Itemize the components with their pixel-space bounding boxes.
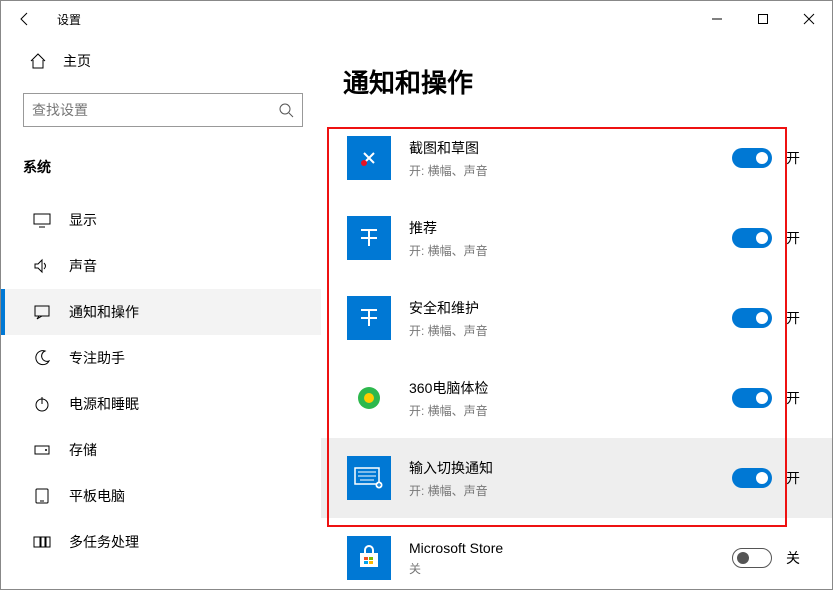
nav-list: 显示声音通知和操作专注助手电源和睡眠存储平板电脑多任务处理: [1, 197, 321, 565]
toggle-wrap: 开: [732, 228, 806, 248]
toggle-wrap: 开: [732, 468, 806, 488]
app-sub: 开: 横幅、声音: [409, 402, 589, 419]
app-icon-keyboard: [347, 456, 391, 500]
app-row[interactable]: 截图和草图开: 横幅、声音 开: [321, 118, 832, 198]
toggle-wrap: 开: [732, 388, 806, 408]
nav-item-label: 显示: [69, 210, 97, 230]
toggle-switch[interactable]: [732, 468, 772, 488]
toggle-switch[interactable]: [732, 228, 772, 248]
app-icon-store: [347, 536, 391, 580]
toggle-wrap: 关: [732, 548, 806, 568]
nav-item-sound[interactable]: 声音: [1, 243, 321, 289]
nav-item-multitask[interactable]: 多任务处理: [1, 519, 321, 565]
page-title: 通知和操作: [321, 37, 832, 118]
sound-icon: [33, 257, 51, 275]
toggle-state-label: 开: [786, 308, 806, 328]
search-container: [1, 85, 321, 135]
app-row[interactable]: 360电脑体检开: 横幅、声音 开: [321, 358, 832, 438]
window-controls: [694, 3, 832, 35]
nav-item-moon[interactable]: 专注助手: [1, 335, 321, 381]
app-sub: 开: 横幅、声音: [409, 162, 589, 179]
display-icon: [33, 211, 51, 229]
home-nav[interactable]: 主页: [1, 37, 321, 85]
nav-item-label: 存储: [69, 440, 97, 460]
maximize-button[interactable]: [740, 3, 786, 35]
toggle-state-label: 开: [786, 148, 806, 168]
app-text: 360电脑体检开: 横幅、声音: [409, 378, 589, 419]
toggle-switch[interactable]: [732, 548, 772, 568]
home-icon: [29, 52, 47, 70]
nav-item-storage[interactable]: 存储: [1, 427, 321, 473]
app-text: 推荐开: 横幅、声音: [409, 218, 589, 259]
nav-item-tablet[interactable]: 平板电脑: [1, 473, 321, 519]
toggle-state-label: 开: [786, 228, 806, 248]
close-button[interactable]: [786, 3, 832, 35]
minimize-icon: [711, 13, 723, 25]
app-icon-tile: [347, 216, 391, 260]
nav-item-label: 通知和操作: [69, 302, 139, 322]
app-icon-snip: [347, 136, 391, 180]
app-row[interactable]: 推荐开: 横幅、声音 开: [321, 198, 832, 278]
toggle-wrap: 开: [732, 148, 806, 168]
app-name: 360电脑体检: [409, 378, 589, 398]
app-row[interactable]: 安全和维护开: 横幅、声音 开: [321, 278, 832, 358]
app-sub: 关: [409, 560, 589, 577]
sidebar: 主页 系统 显示声音通知和操作专注助手电源和睡眠存储平板电脑多任务处理: [1, 37, 321, 589]
app-text: 输入切换通知开: 横幅、声音: [409, 458, 589, 499]
app-text: Microsoft Store 关: [409, 540, 589, 577]
app-icon-tile: [347, 296, 391, 340]
search-icon: [278, 102, 294, 118]
app-row[interactable]: 输入切换通知开: 横幅、声音 开: [321, 438, 832, 518]
app-sub: 开: 横幅、声音: [409, 242, 589, 259]
app-sub: 开: 横幅、声音: [409, 482, 589, 499]
search-box[interactable]: [23, 93, 303, 127]
nav-item-label: 平板电脑: [69, 486, 125, 506]
power-icon: [33, 395, 51, 413]
app-text: 截图和草图开: 横幅、声音: [409, 138, 589, 179]
sidebar-group-label: 系统: [1, 135, 321, 191]
storage-icon: [33, 441, 51, 459]
app-name: 输入切换通知: [409, 458, 589, 478]
app-name: Microsoft Store: [409, 540, 589, 556]
toggle-switch[interactable]: [732, 308, 772, 328]
app-list: 截图和草图开: 横幅、声音开推荐开: 横幅、声音开安全和维护开: 横幅、声音开3…: [321, 118, 832, 589]
content-area: 主页 系统 显示声音通知和操作专注助手电源和睡眠存储平板电脑多任务处理 通知和操…: [1, 37, 832, 589]
moon-icon: [33, 349, 51, 367]
window-title: 设置: [57, 11, 81, 28]
close-icon: [803, 13, 815, 25]
nav-item-label: 专注助手: [69, 348, 125, 368]
nav-item-label: 电源和睡眠: [69, 394, 139, 414]
toggle-switch[interactable]: [732, 388, 772, 408]
tablet-icon: [33, 487, 51, 505]
nav-item-label: 多任务处理: [69, 532, 139, 552]
main-panel: 通知和操作 截图和草图开: 横幅、声音开推荐开: 横幅、声音开安全和维护开: 横…: [321, 37, 832, 589]
app-text: 安全和维护开: 横幅、声音: [409, 298, 589, 339]
app-name: 安全和维护: [409, 298, 589, 318]
app-name: 截图和草图: [409, 138, 589, 158]
toggle-switch[interactable]: [732, 148, 772, 168]
app-icon-360: [347, 376, 391, 420]
search-input[interactable]: [32, 102, 278, 118]
maximize-icon: [757, 13, 769, 25]
toggle-state-label: 开: [786, 388, 806, 408]
toggle-state-label: 关: [786, 548, 806, 568]
nav-item-notify[interactable]: 通知和操作: [1, 289, 321, 335]
minimize-button[interactable]: [694, 3, 740, 35]
titlebar: 设置: [1, 1, 832, 37]
multitask-icon: [33, 533, 51, 551]
nav-item-label: 声音: [69, 256, 97, 276]
arrow-left-icon: [17, 11, 33, 27]
app-sub: 开: 横幅、声音: [409, 322, 589, 339]
toggle-wrap: 开: [732, 308, 806, 328]
nav-item-display[interactable]: 显示: [1, 197, 321, 243]
toggle-state-label: 开: [786, 468, 806, 488]
app-row[interactable]: Microsoft Store关关: [321, 518, 832, 589]
settings-window: 设置 主页: [0, 0, 833, 590]
home-label: 主页: [63, 51, 91, 71]
nav-item-power[interactable]: 电源和睡眠: [1, 381, 321, 427]
notify-icon: [33, 303, 51, 321]
back-button[interactable]: [9, 3, 41, 35]
app-name: 推荐: [409, 218, 589, 238]
